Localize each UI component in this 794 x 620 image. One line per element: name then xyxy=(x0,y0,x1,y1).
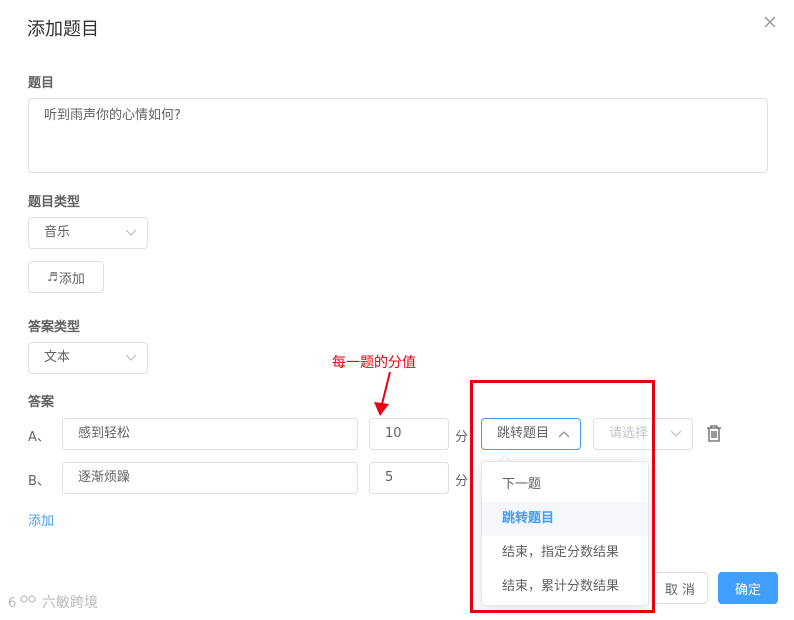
annotation-highlight-box xyxy=(470,380,655,613)
score-unit-a: 分 xyxy=(455,430,469,445)
add-music-label: 添加 xyxy=(58,271,85,287)
answer-type-value: 文本 xyxy=(44,350,71,365)
chevron-down-icon xyxy=(670,419,682,449)
close-icon[interactable] xyxy=(760,12,780,32)
answer-prefix-a: A、 xyxy=(28,430,50,445)
chevron-down-icon xyxy=(125,343,137,373)
annotation-arrow-icon xyxy=(370,370,400,422)
answer-score-input-b[interactable]: 5 xyxy=(369,462,449,494)
answers-label: 答案 xyxy=(28,395,55,410)
watermark-text: 六敏跨境 xyxy=(42,595,98,611)
answer-type-select[interactable]: 文本 xyxy=(28,342,148,374)
add-music-button[interactable]: ♬ 添加 xyxy=(28,261,104,293)
chevron-down-icon xyxy=(125,218,137,248)
answer-score-input-a[interactable]: 10 xyxy=(369,418,449,450)
delete-icon[interactable] xyxy=(706,425,722,447)
answer-prefix-b: B、 xyxy=(28,474,50,489)
music-note-icon: ♬ xyxy=(47,270,58,284)
question-textarea[interactable]: 听到雨声你的心情如何? xyxy=(28,98,768,173)
cancel-button[interactable]: 取 消 xyxy=(652,572,708,604)
question-type-label: 题目类型 xyxy=(28,195,81,210)
question-type-value: 音乐 xyxy=(44,225,71,240)
question-label: 题目 xyxy=(28,76,55,91)
watermark-logo-icon: 6 xyxy=(8,595,36,611)
watermark: 6 六敏跨境 xyxy=(8,592,98,612)
question-type-select[interactable]: 音乐 xyxy=(28,217,148,249)
answer-type-label: 答案类型 xyxy=(28,320,81,335)
add-answer-link[interactable]: 添加 xyxy=(28,510,54,529)
answer-text-input-b[interactable]: 逐渐烦躁 xyxy=(62,462,358,494)
score-unit-b: 分 xyxy=(455,474,469,489)
svg-text:6: 6 xyxy=(8,596,16,611)
confirm-button[interactable]: 确定 xyxy=(718,572,778,604)
annotation-label: 每一题的分值 xyxy=(332,355,416,371)
dialog-title: 添加题目 xyxy=(27,19,99,40)
answer-text-input-a[interactable]: 感到轻松 xyxy=(62,418,358,450)
